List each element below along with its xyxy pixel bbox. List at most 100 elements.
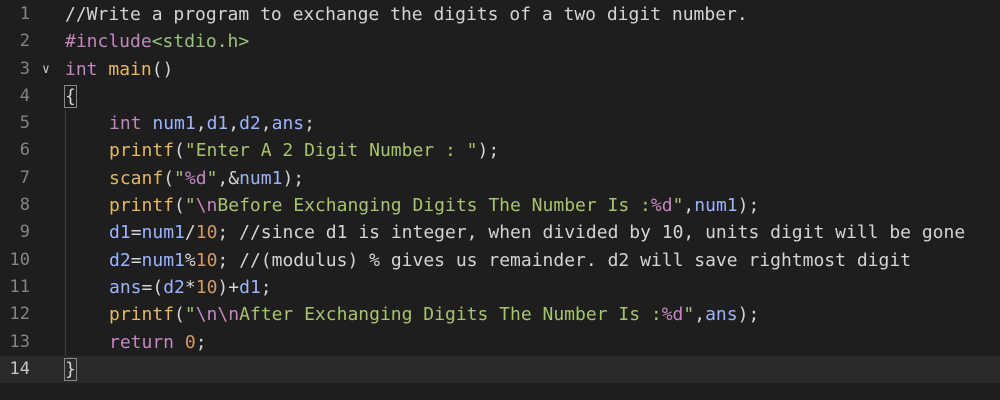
code-token: "	[206, 167, 218, 189]
code-token: <stdio.h>	[151, 31, 250, 53]
code-token: )+	[217, 276, 240, 298]
code-line[interactable]: 9 d1=num1/10; //since d1 is integer, when…	[0, 219, 1000, 247]
code-token: num1	[239, 167, 283, 189]
code-token: int	[109, 113, 142, 135]
line-number: 1	[19, 4, 30, 24]
code-token: "	[672, 195, 684, 217]
code-line[interactable]: 6 printf("Enter A 2 Digit Number : ");	[0, 137, 1000, 165]
code-line[interactable]: 13 return 0;	[0, 328, 1000, 356]
code-line[interactable]: 10 d2=num1%10; //(modulus) % gives us rem…	[0, 246, 1000, 274]
code-token: ;	[217, 222, 240, 244]
code-token: #include	[65, 31, 152, 53]
code-text[interactable]: printf("\nBefore Exchanging Digits The N…	[65, 192, 759, 219]
code-line[interactable]: 5 int num1,d1,d2,ans;	[0, 110, 1000, 138]
code-token: ,&	[217, 167, 240, 189]
code-token: \n	[195, 195, 218, 217]
line-number: 7	[19, 167, 30, 188]
code-line[interactable]: 12 printf("\n\nAfter Exchanging Digits Th…	[0, 301, 1000, 329]
code-token: d2	[163, 276, 185, 298]
code-line[interactable]: 11 ans=(d2*10)+d1;	[0, 273, 1000, 302]
code-token: num1	[694, 195, 738, 217]
code-token: d1	[206, 113, 229, 135]
code-token: );	[737, 304, 760, 326]
code-token: ;	[217, 249, 240, 271]
code-token: =(	[141, 276, 164, 298]
code-token: 10	[195, 276, 218, 298]
chevron-down-icon[interactable]: ∨	[42, 56, 50, 83]
code-token: main	[108, 58, 152, 80]
code-token: printf	[109, 140, 175, 162]
code-token: num1	[141, 249, 185, 271]
code-token: ans	[271, 113, 305, 135]
code-token: int	[65, 58, 98, 80]
code-token: );	[477, 140, 500, 162]
code-token: After Exchanging Digits The Number Is :	[239, 304, 662, 326]
code-line[interactable]: 8 printf("\nBefore Exchanging Digits The …	[0, 192, 1000, 220]
code-token: \n\n	[195, 304, 240, 326]
line-number: 10	[9, 249, 30, 270]
code-line[interactable]: 4{	[0, 83, 1000, 110]
code-line[interactable]: 7 scanf("%d",&num1);	[0, 164, 1000, 193]
code-line[interactable]: 2 #include<stdio.h>	[0, 28, 1000, 55]
code-editor[interactable]: 1 //Write a program to exchange the digit…	[0, 0, 1000, 400]
line-number: 2	[19, 31, 30, 52]
code-token: }	[64, 357, 77, 381]
code-line[interactable]: 1 //Write a program to exchange the digit…	[0, 1, 1000, 28]
code-token: ;	[195, 331, 207, 353]
code-token: %d	[650, 195, 673, 217]
code-token: "	[174, 167, 185, 189]
code-token: ,	[195, 113, 207, 135]
code-token: "Enter A 2 Digit Number : "	[184, 140, 478, 162]
code-token: (	[174, 195, 185, 217]
code-text[interactable]: printf("Enter A 2 Digit Number : ");	[65, 137, 499, 164]
line-number: 12	[9, 304, 30, 325]
code-token: scanf	[109, 167, 164, 189]
code-token: (	[163, 167, 175, 189]
code-token: d2	[109, 249, 131, 271]
code-token: ans	[109, 276, 142, 298]
code-token: =	[130, 249, 142, 271]
code-token: ,	[228, 113, 240, 135]
line-number: 5	[19, 113, 30, 134]
code-text[interactable]: printf("\n\nAfter Exchanging Digits The …	[65, 301, 759, 328]
code-token: ans	[705, 304, 738, 326]
code-text[interactable]: {	[64, 83, 77, 110]
code-token: d1	[239, 276, 261, 298]
code-text[interactable]: //Write a program to exchange the digits…	[65, 1, 748, 28]
code-token: "	[184, 304, 196, 326]
code-token: ;	[304, 113, 315, 135]
code-token: ,	[683, 195, 695, 217]
code-token: ()	[151, 58, 174, 80]
code-text[interactable]: int num1,d1,d2,ans;	[65, 110, 315, 137]
code-text[interactable]: d1=num1/10; //since d1 is integer, when …	[65, 219, 965, 246]
code-text[interactable]: scanf("%d",&num1);	[65, 165, 304, 192]
code-text[interactable]: ans=(d2*10)+d1;	[65, 274, 272, 301]
code-text[interactable]: int main()	[65, 56, 173, 83]
code-text[interactable]: #include<stdio.h>	[65, 28, 249, 55]
code-token: );	[282, 167, 305, 189]
line-number: 11	[9, 276, 30, 297]
code-token: {	[64, 84, 77, 108]
code-token: printf	[109, 304, 175, 326]
code-token: "	[184, 195, 196, 217]
code-text[interactable]: d2=num1%10; //(modulus) % gives us remai…	[65, 247, 911, 274]
code-line[interactable]: 14}	[0, 355, 1000, 384]
code-token: ;	[260, 276, 272, 298]
line-number: 14	[9, 358, 30, 379]
code-line[interactable]: 3 ∨ int main()	[0, 56, 1000, 83]
code-text[interactable]: return 0;	[65, 329, 207, 356]
code-token: num1	[141, 222, 185, 244]
code-token: );	[737, 195, 760, 217]
code-token: d1	[109, 222, 131, 244]
code-token: =	[130, 222, 142, 244]
code-text[interactable]: }	[64, 356, 77, 383]
code-token: //Write a program to exchange the digits…	[65, 4, 748, 25]
line-number: 9	[19, 222, 30, 243]
line-number: 13	[9, 331, 30, 352]
code-token: return	[109, 331, 175, 353]
code-token: //since d1 is integer, when divided by 1…	[239, 222, 966, 244]
code-token: %	[184, 249, 196, 271]
